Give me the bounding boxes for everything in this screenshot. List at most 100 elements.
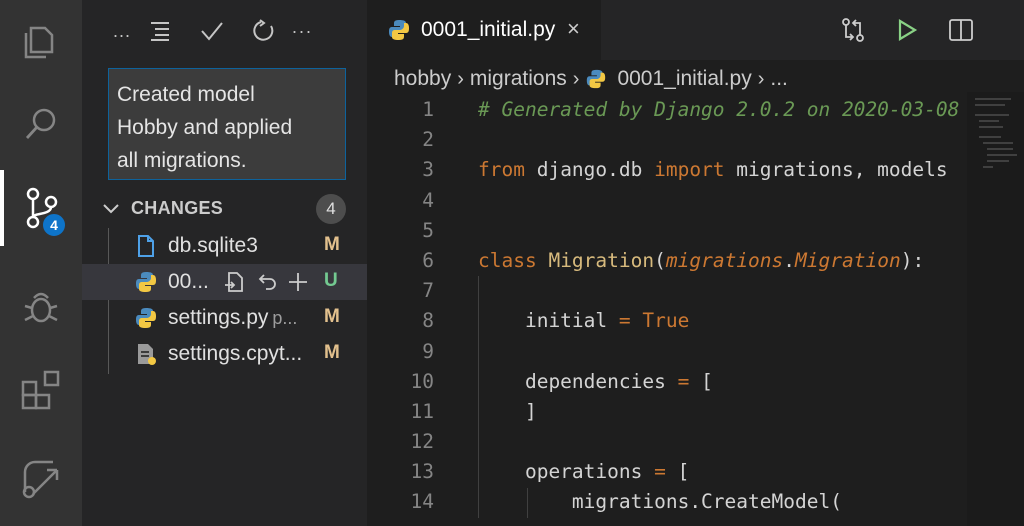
changes-section-header[interactable]: CHANGES 4	[82, 192, 367, 226]
code-line: 8 initial = True	[367, 306, 1024, 336]
indent-guide	[527, 487, 528, 518]
refresh-icon	[253, 19, 274, 41]
activity-remote[interactable]	[0, 440, 82, 516]
code-line: 9	[367, 337, 1024, 367]
line-number: 1	[422, 98, 434, 121]
source-control-sidebar: ... ··· Created model Hobby and applied …	[82, 0, 367, 526]
line-number: 9	[422, 339, 434, 363]
python-icon	[585, 68, 607, 90]
commit-message-line: Hobby and applied	[117, 116, 293, 139]
activity-bar: 4	[0, 0, 82, 526]
commit-message-input[interactable]: Created model Hobby and applied all migr…	[108, 68, 346, 180]
status-badge: M	[324, 234, 340, 255]
breadcrumb-item[interactable]: migrations	[470, 67, 567, 91]
list-tree-icon	[151, 22, 169, 41]
status-badge: M	[324, 306, 340, 327]
row-actions	[218, 268, 314, 296]
code-line: 5	[367, 216, 1024, 246]
code-line: 11 ]	[367, 397, 1024, 427]
code-line: 12	[367, 427, 1024, 457]
line-number: 14	[410, 490, 434, 514]
scm-toolbar: ... ···	[110, 14, 314, 48]
commit-message-line: Created model	[117, 83, 255, 106]
overflow-menu-button[interactable]: ···	[290, 14, 314, 48]
line-text: class Migration(migrations.Migration):	[478, 248, 925, 272]
play-icon	[898, 19, 918, 41]
code-line: 7	[367, 276, 1024, 306]
line-number: 3	[422, 158, 434, 182]
change-item-label: 00...	[168, 270, 209, 293]
compare-changes-icon	[842, 18, 864, 42]
change-item-db-sqlite3[interactable]: db.sqlite3 M	[82, 228, 367, 264]
code-line: 13 operations = [	[367, 457, 1024, 487]
python-icon	[389, 20, 409, 40]
discard-icon	[258, 274, 276, 290]
minimap-line	[975, 98, 1011, 100]
editor-actions	[826, 14, 988, 46]
indent-guide	[478, 276, 479, 518]
breadcrumb-item[interactable]: 0001_initial.py	[617, 67, 751, 91]
activity-extensions[interactable]	[0, 352, 82, 428]
refresh-button[interactable]	[238, 14, 290, 48]
activity-source-control[interactable]: 4	[0, 170, 82, 246]
minimap-line	[975, 104, 1005, 106]
change-item-settings-cpython[interactable]: settings.cpyt... M	[82, 336, 367, 372]
minimap[interactable]	[967, 92, 1024, 526]
tab-close-button[interactable]: ×	[567, 16, 580, 42]
status-badge: U	[324, 270, 338, 291]
open-file-button[interactable]	[218, 268, 250, 296]
remote-explorer-icon	[22, 460, 59, 499]
code-line: 6 class Migration(migrations.Migration):	[367, 246, 1024, 276]
line-number: 2	[422, 128, 434, 152]
discard-changes-button[interactable]	[250, 268, 282, 296]
breadcrumb-item[interactable]: ...	[770, 67, 788, 91]
changes-count-badge: 4	[316, 194, 346, 224]
minimap-line	[987, 154, 1017, 156]
code-line: 3 from django.db import migrations, model…	[367, 155, 1024, 185]
activity-search[interactable]	[0, 86, 82, 162]
code-editor[interactable]: 1 # Generated by Django 2.0.2 on 2020-03-…	[367, 95, 1024, 518]
activity-explorer[interactable]	[0, 2, 82, 78]
file-path-description: p...	[272, 308, 298, 328]
change-item-label: db.sqlite3	[168, 234, 258, 257]
change-item-settings-py[interactable]: settings.py p... M	[82, 300, 367, 336]
stage-changes-button[interactable]	[282, 268, 314, 296]
code-line: 10 dependencies = [	[367, 367, 1024, 397]
chevron-down-icon	[103, 204, 119, 214]
extensions-icon	[21, 370, 60, 410]
files-icon	[24, 26, 54, 59]
line-number: 8	[422, 309, 434, 333]
line-number: 5	[422, 218, 434, 242]
commit-button[interactable]	[186, 14, 238, 48]
breadcrumb: hobby › migrations › 0001_initial.py › .…	[394, 66, 788, 92]
code-line: 2	[367, 125, 1024, 155]
line-text: initial = True	[478, 309, 690, 333]
run-file-button[interactable]	[880, 14, 934, 46]
minimap-line	[979, 136, 1001, 138]
open-changes-button[interactable]	[826, 14, 880, 46]
status-badge: M	[324, 342, 340, 363]
plus-icon	[289, 273, 307, 291]
view-as-tree-button[interactable]	[134, 14, 186, 48]
split-editor-icon	[949, 19, 973, 41]
activity-run-debug[interactable]	[0, 268, 82, 344]
change-item-0001-initial[interactable]: 00... U	[82, 264, 367, 300]
file-name-text: settings.py	[168, 306, 269, 329]
tab-0001-initial[interactable]: 0001_initial.py ×	[367, 0, 601, 60]
chevron-right-icon: ›	[457, 67, 464, 90]
more-actions-button[interactable]: ...	[110, 14, 134, 48]
split-editor-button[interactable]	[934, 14, 988, 46]
minimap-line	[979, 126, 1003, 128]
chevron-right-icon: ›	[757, 67, 765, 90]
line-number: 12	[410, 430, 434, 454]
breadcrumb-item[interactable]: hobby	[394, 67, 451, 91]
change-item-label: settings.py p...	[168, 306, 297, 330]
chevron-right-icon: ›	[572, 67, 580, 90]
minimap-line	[983, 166, 993, 168]
line-number: 10	[410, 369, 434, 393]
line-text: from django.db import migrations, models	[478, 158, 948, 182]
minimap-line	[987, 160, 1009, 162]
line-text: ]	[478, 399, 537, 423]
minimap-line	[975, 114, 1009, 116]
code-line: 1 # Generated by Django 2.0.2 on 2020-03-…	[367, 95, 1024, 125]
